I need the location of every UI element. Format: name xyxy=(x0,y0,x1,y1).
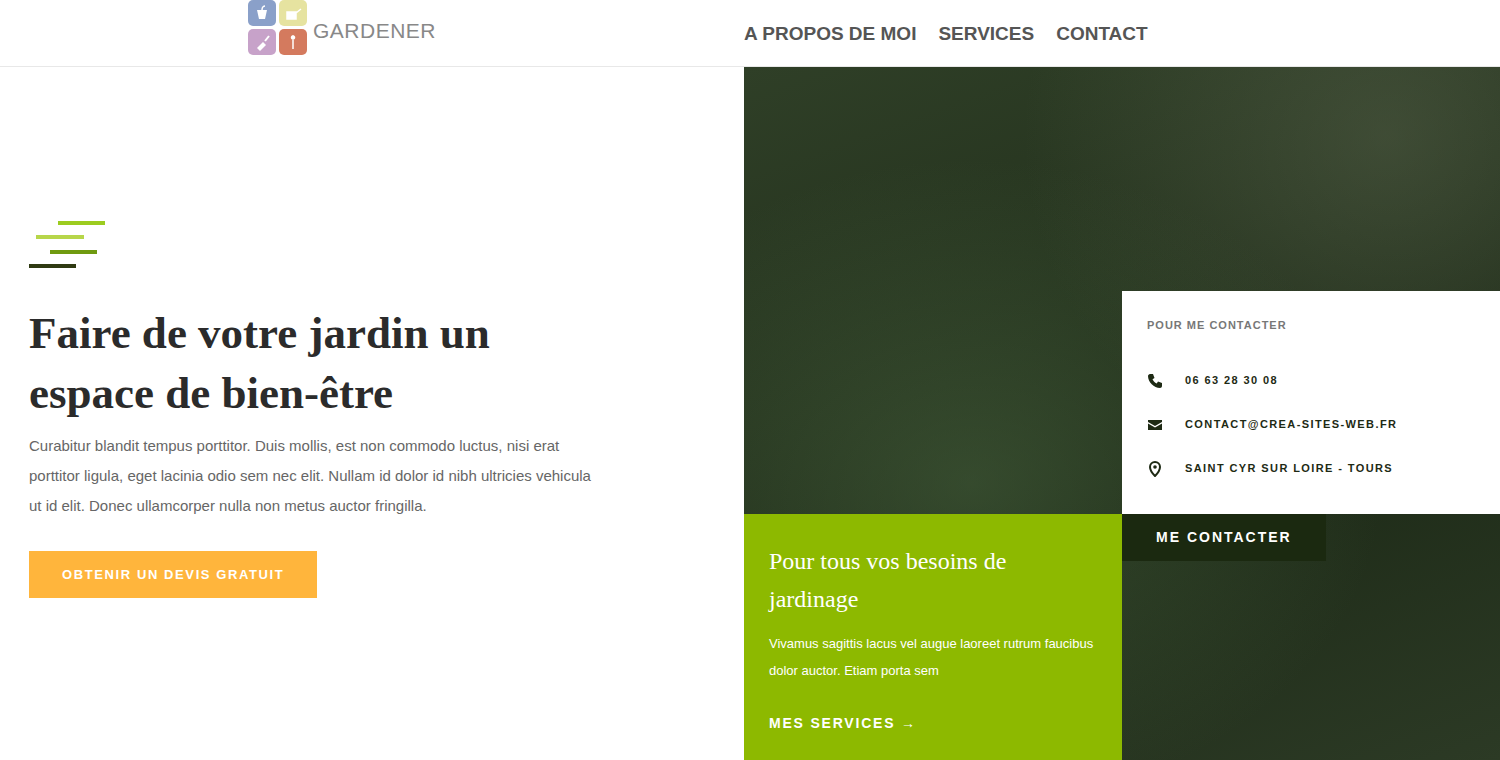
quote-button[interactable]: OBTENIR UN DEVIS GRATUIT xyxy=(29,551,317,599)
contact-item: CONTACT@CREA-SITES-WEB.FR xyxy=(1147,406,1475,450)
hero-title: Faire de votre jardin un espace de bien-… xyxy=(29,303,549,423)
nav-link[interactable]: SERVICES xyxy=(938,20,1034,49)
services-text: Vivamus sagittis lacus vel augue laoreet… xyxy=(769,630,1097,684)
logo-square xyxy=(279,0,307,26)
logo-text: GARDENER xyxy=(313,15,436,47)
logo-square xyxy=(248,0,276,26)
contact-item: 06 63 28 30 08 xyxy=(1147,362,1475,406)
contact-button-cell: ME CONTACTER xyxy=(1122,514,1500,561)
logo-tool-icon xyxy=(253,4,271,22)
contact-text: CONTACT@CREA-SITES-WEB.FR xyxy=(1185,416,1397,433)
services-title: Pour tous vos besoins de jardinage xyxy=(769,542,1059,618)
hero: Faire de votre jardin un espace de bien-… xyxy=(0,67,744,760)
logo-tool-icon xyxy=(284,4,302,22)
header-left: GARDENER xyxy=(0,0,744,66)
contact-text: SAINT CYR SUR LOIRE - TOURS xyxy=(1185,460,1393,477)
decor-lines-icon xyxy=(29,221,109,269)
map-pin-icon xyxy=(1147,461,1163,477)
logo-tool-icon xyxy=(253,33,271,51)
phone-icon xyxy=(1147,373,1163,389)
logo-mark-icon xyxy=(248,0,307,55)
logo-tool-icon xyxy=(284,33,302,51)
photo-panel: POUR ME CONTACTER 06 63 28 30 08 CONTACT@C… xyxy=(744,67,1500,760)
contact-text: 06 63 28 30 08 xyxy=(1185,372,1278,389)
services-box: Pour tous vos besoins de jardinage Vivamu… xyxy=(744,514,1122,760)
contact-button[interactable]: ME CONTACTER xyxy=(1122,514,1326,561)
contact-card: POUR ME CONTACTER 06 63 28 30 08 CONTACT@C… xyxy=(1122,291,1500,514)
logo-square xyxy=(248,29,276,55)
hero-text: Curabitur blandit tempus porttitor. Duis… xyxy=(29,431,599,521)
nav-link[interactable]: A PROPOS DE MOI xyxy=(744,20,916,49)
contact-heading: POUR ME CONTACTER xyxy=(1147,317,1475,334)
main-nav: A PROPOS DE MOI SERVICES CONTACT xyxy=(744,0,1500,66)
hero-section: Faire de votre jardin un espace de bien-… xyxy=(0,67,1500,760)
services-link[interactable]: MES SERVICES → xyxy=(769,713,1097,740)
hero-content: Faire de votre jardin un espace de bien-… xyxy=(29,221,599,599)
envelope-icon xyxy=(1147,417,1163,433)
logo[interactable]: GARDENER xyxy=(0,0,744,55)
logo-square xyxy=(279,29,307,55)
nav-link[interactable]: CONTACT xyxy=(1056,20,1147,49)
site-header: GARDENER A PROPOS DE MOI SERVICES CONTACT xyxy=(0,0,1500,67)
contact-item: SAINT CYR SUR LOIRE - TOURS xyxy=(1147,450,1475,494)
